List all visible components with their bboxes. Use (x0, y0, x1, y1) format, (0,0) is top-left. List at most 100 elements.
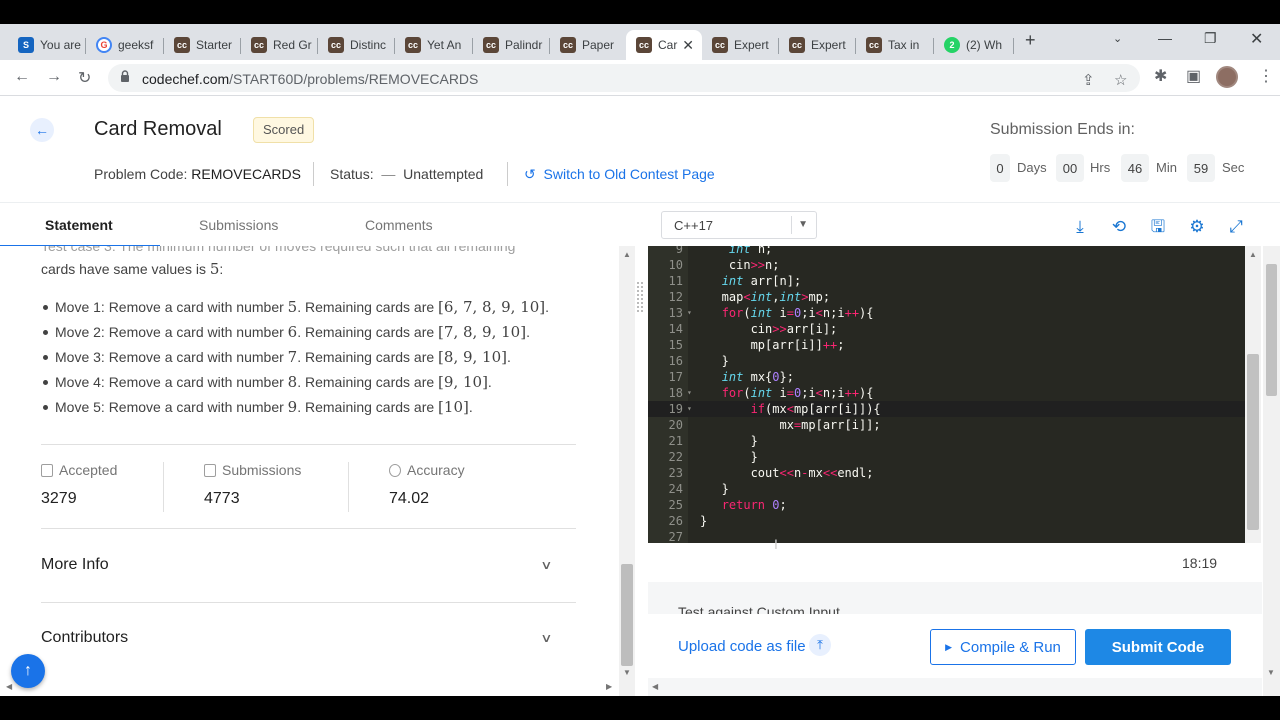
browser-menu-icon[interactable]: ⋮ (1258, 66, 1274, 86)
browser-tab[interactable]: cc Distinc (318, 30, 395, 60)
code-line[interactable]: 17 int mx{0}; (648, 369, 1245, 385)
minimize-icon[interactable]: — (1158, 30, 1172, 46)
accuracy-label-text: Accuracy (407, 462, 465, 478)
code-line[interactable]: 25 return 0; (648, 497, 1245, 513)
upload-icon[interactable]: ⤒ (809, 634, 831, 656)
scrollbar-thumb[interactable] (621, 564, 633, 666)
panel-resize-handle[interactable] (637, 282, 643, 312)
more-info-header[interactable]: More Info (41, 556, 109, 574)
forward-icon[interactable]: → (46, 68, 62, 86)
line-number: 10 (668, 258, 683, 272)
chevron-down-icon[interactable]: ∨ (540, 631, 552, 645)
horizontal-scrollbar[interactable]: ◀ ▶ ◀ (0, 682, 1280, 696)
custom-input-header[interactable]: Test against Custom Input (678, 604, 840, 614)
restore-icon[interactable]: ❐ (1204, 30, 1217, 47)
scroll-left-arrow-icon[interactable]: ◀ (6, 682, 12, 691)
settings-gear-icon[interactable]: ⚙ (1186, 217, 1208, 237)
submit-code-button[interactable]: Submit Code (1085, 629, 1231, 665)
code-line[interactable]: 21 } (648, 433, 1245, 449)
browser-tab[interactable]: cc Expert (702, 30, 779, 60)
compile-run-button[interactable]: ▶ Compile & Run (930, 629, 1076, 665)
code-line[interactable]: 10 cin>>n; (648, 257, 1245, 273)
problem-code: Problem Code: REMOVECARDS (94, 166, 301, 182)
browser-tab[interactable]: cc Red Gr (241, 30, 318, 60)
close-tab-icon[interactable]: ✕ (682, 37, 694, 54)
download-icon[interactable]: ⤓ (1069, 217, 1091, 237)
code-line[interactable]: 13 ▾ for(int i=0;i<n;i++){ (648, 305, 1245, 321)
scroll-left-arrow-icon[interactable]: ◀ (652, 682, 658, 691)
browser-tab[interactable]: Ggeeksf (86, 30, 164, 60)
scroll-right-arrow-icon[interactable]: ▶ (606, 682, 612, 691)
bookmark-star-icon[interactable]: ☆ (1114, 71, 1127, 89)
code-line[interactable]: 9 int n; (648, 246, 1245, 257)
code-line[interactable]: 24 } (648, 481, 1245, 497)
editor-scrollbar[interactable]: ▲ (1245, 246, 1261, 543)
browser-tab[interactable]: S You are (8, 30, 86, 60)
browser-tab[interactable]: cc Paper (550, 30, 626, 60)
code-line[interactable]: 14 cin>>arr[i]; (648, 321, 1245, 337)
save-icon[interactable]: 🖫 (1147, 217, 1169, 237)
browser-tab[interactable]: cc Tax in (856, 30, 934, 60)
language-select[interactable]: C++17 ▼ (661, 211, 817, 239)
fold-arrow-icon[interactable]: ▾ (687, 401, 692, 417)
browser-tab[interactable]: 2 (2) Wh (934, 30, 1014, 60)
reset-code-icon[interactable]: ⟲ (1108, 217, 1130, 237)
share-icon[interactable]: ⇪ (1082, 71, 1095, 89)
scroll-to-top-button[interactable]: ↑ (11, 654, 45, 688)
tab-search-icon[interactable]: ⌄ (1113, 32, 1122, 45)
scroll-down-arrow-icon[interactable]: ▼ (1267, 668, 1275, 677)
fullscreen-icon[interactable]: ⤢ (1225, 217, 1247, 237)
scroll-up-arrow-icon[interactable]: ▲ (1249, 250, 1257, 259)
browser-tab[interactable]: cc Expert (779, 30, 856, 60)
divider (41, 602, 576, 603)
contributors-header[interactable]: Contributors (41, 629, 128, 647)
code-line[interactable]: 27 (648, 529, 1245, 543)
accepted-label-text: Accepted (59, 462, 118, 478)
profile-avatar[interactable] (1216, 66, 1238, 88)
code-line[interactable]: 26} (648, 513, 1245, 529)
browser-toolbar: ← → ↻ codechef.com/START60D/problems/REM… (0, 60, 1280, 96)
switch-old-contest-link[interactable]: ↺ Switch to Old Contest Page (524, 166, 715, 183)
divider (313, 162, 314, 186)
code-text: if(mx<mp[arr[i]]){ (750, 402, 881, 416)
statement-scrollbar[interactable]: ▲ ▼ (619, 246, 635, 696)
tab-statement[interactable]: Statement (45, 217, 113, 233)
code-line[interactable]: 19 ▾ if(mx<mp[arr[i]]){ (648, 401, 1245, 417)
fold-arrow-icon[interactable]: ▾ (687, 385, 692, 401)
close-window-icon[interactable]: ✕ (1250, 29, 1263, 49)
code-line[interactable]: 20 mx=mp[arr[i]]; (648, 417, 1245, 433)
scrollbar-thumb[interactable] (1247, 354, 1259, 530)
scroll-down-arrow-icon[interactable]: ▼ (623, 668, 631, 677)
address-bar[interactable]: codechef.com/START60D/problems/REMOVECAR… (108, 64, 1140, 92)
browser-tab[interactable]: cc Yet An (395, 30, 473, 60)
browser-tab[interactable]: cc Car ✕ (626, 30, 702, 60)
code-line[interactable]: 18 ▾ for(int i=0;i<n;i++){ (648, 385, 1245, 401)
scroll-up-arrow-icon[interactable]: ▲ (623, 250, 631, 259)
code-line[interactable]: 23 cout<<n-mx<<endl; (648, 465, 1245, 481)
code-line[interactable]: 11 int arr[n]; (648, 273, 1245, 289)
extensions-puzzle-icon[interactable]: ✱ (1154, 66, 1167, 86)
fold-arrow-icon[interactable]: ▾ (687, 305, 692, 321)
new-tab-button[interactable]: + (1025, 30, 1036, 51)
code-line[interactable]: 16 } (648, 353, 1245, 369)
back-arrow-button[interactable]: ← (30, 118, 54, 142)
browser-tab-label: Paper (582, 38, 615, 52)
code-line[interactable]: 12 map<int,int>mp; (648, 289, 1245, 305)
code-line[interactable]: 15 mp[arr[i]]++; (648, 337, 1245, 353)
back-icon[interactable]: ← (14, 68, 30, 86)
code-line[interactable]: 22 } (648, 449, 1245, 465)
browser-tab[interactable]: cc Starter (164, 30, 241, 60)
browser-tab[interactable]: cc Palindr (473, 30, 550, 60)
tab-submissions[interactable]: Submissions (199, 217, 278, 233)
tab-separator (1013, 38, 1014, 54)
tab-comments[interactable]: Comments (365, 217, 433, 233)
right-panel-scrollbar[interactable]: ▼ (1263, 246, 1280, 696)
line-number: 13 (668, 306, 683, 320)
scrollbar-thumb[interactable] (1266, 264, 1277, 396)
browser-tab-label: Expert (734, 38, 769, 52)
reload-icon[interactable]: ↻ (78, 68, 91, 88)
chevron-down-icon[interactable]: ∨ (540, 558, 552, 572)
upload-code-link[interactable]: Upload code as file (678, 638, 806, 655)
side-panel-icon[interactable]: ▣ (1186, 66, 1201, 86)
code-editor[interactable]: 9 int n; 10 cin>>n; 11 int arr[n]; 12 map<i… (648, 246, 1245, 543)
